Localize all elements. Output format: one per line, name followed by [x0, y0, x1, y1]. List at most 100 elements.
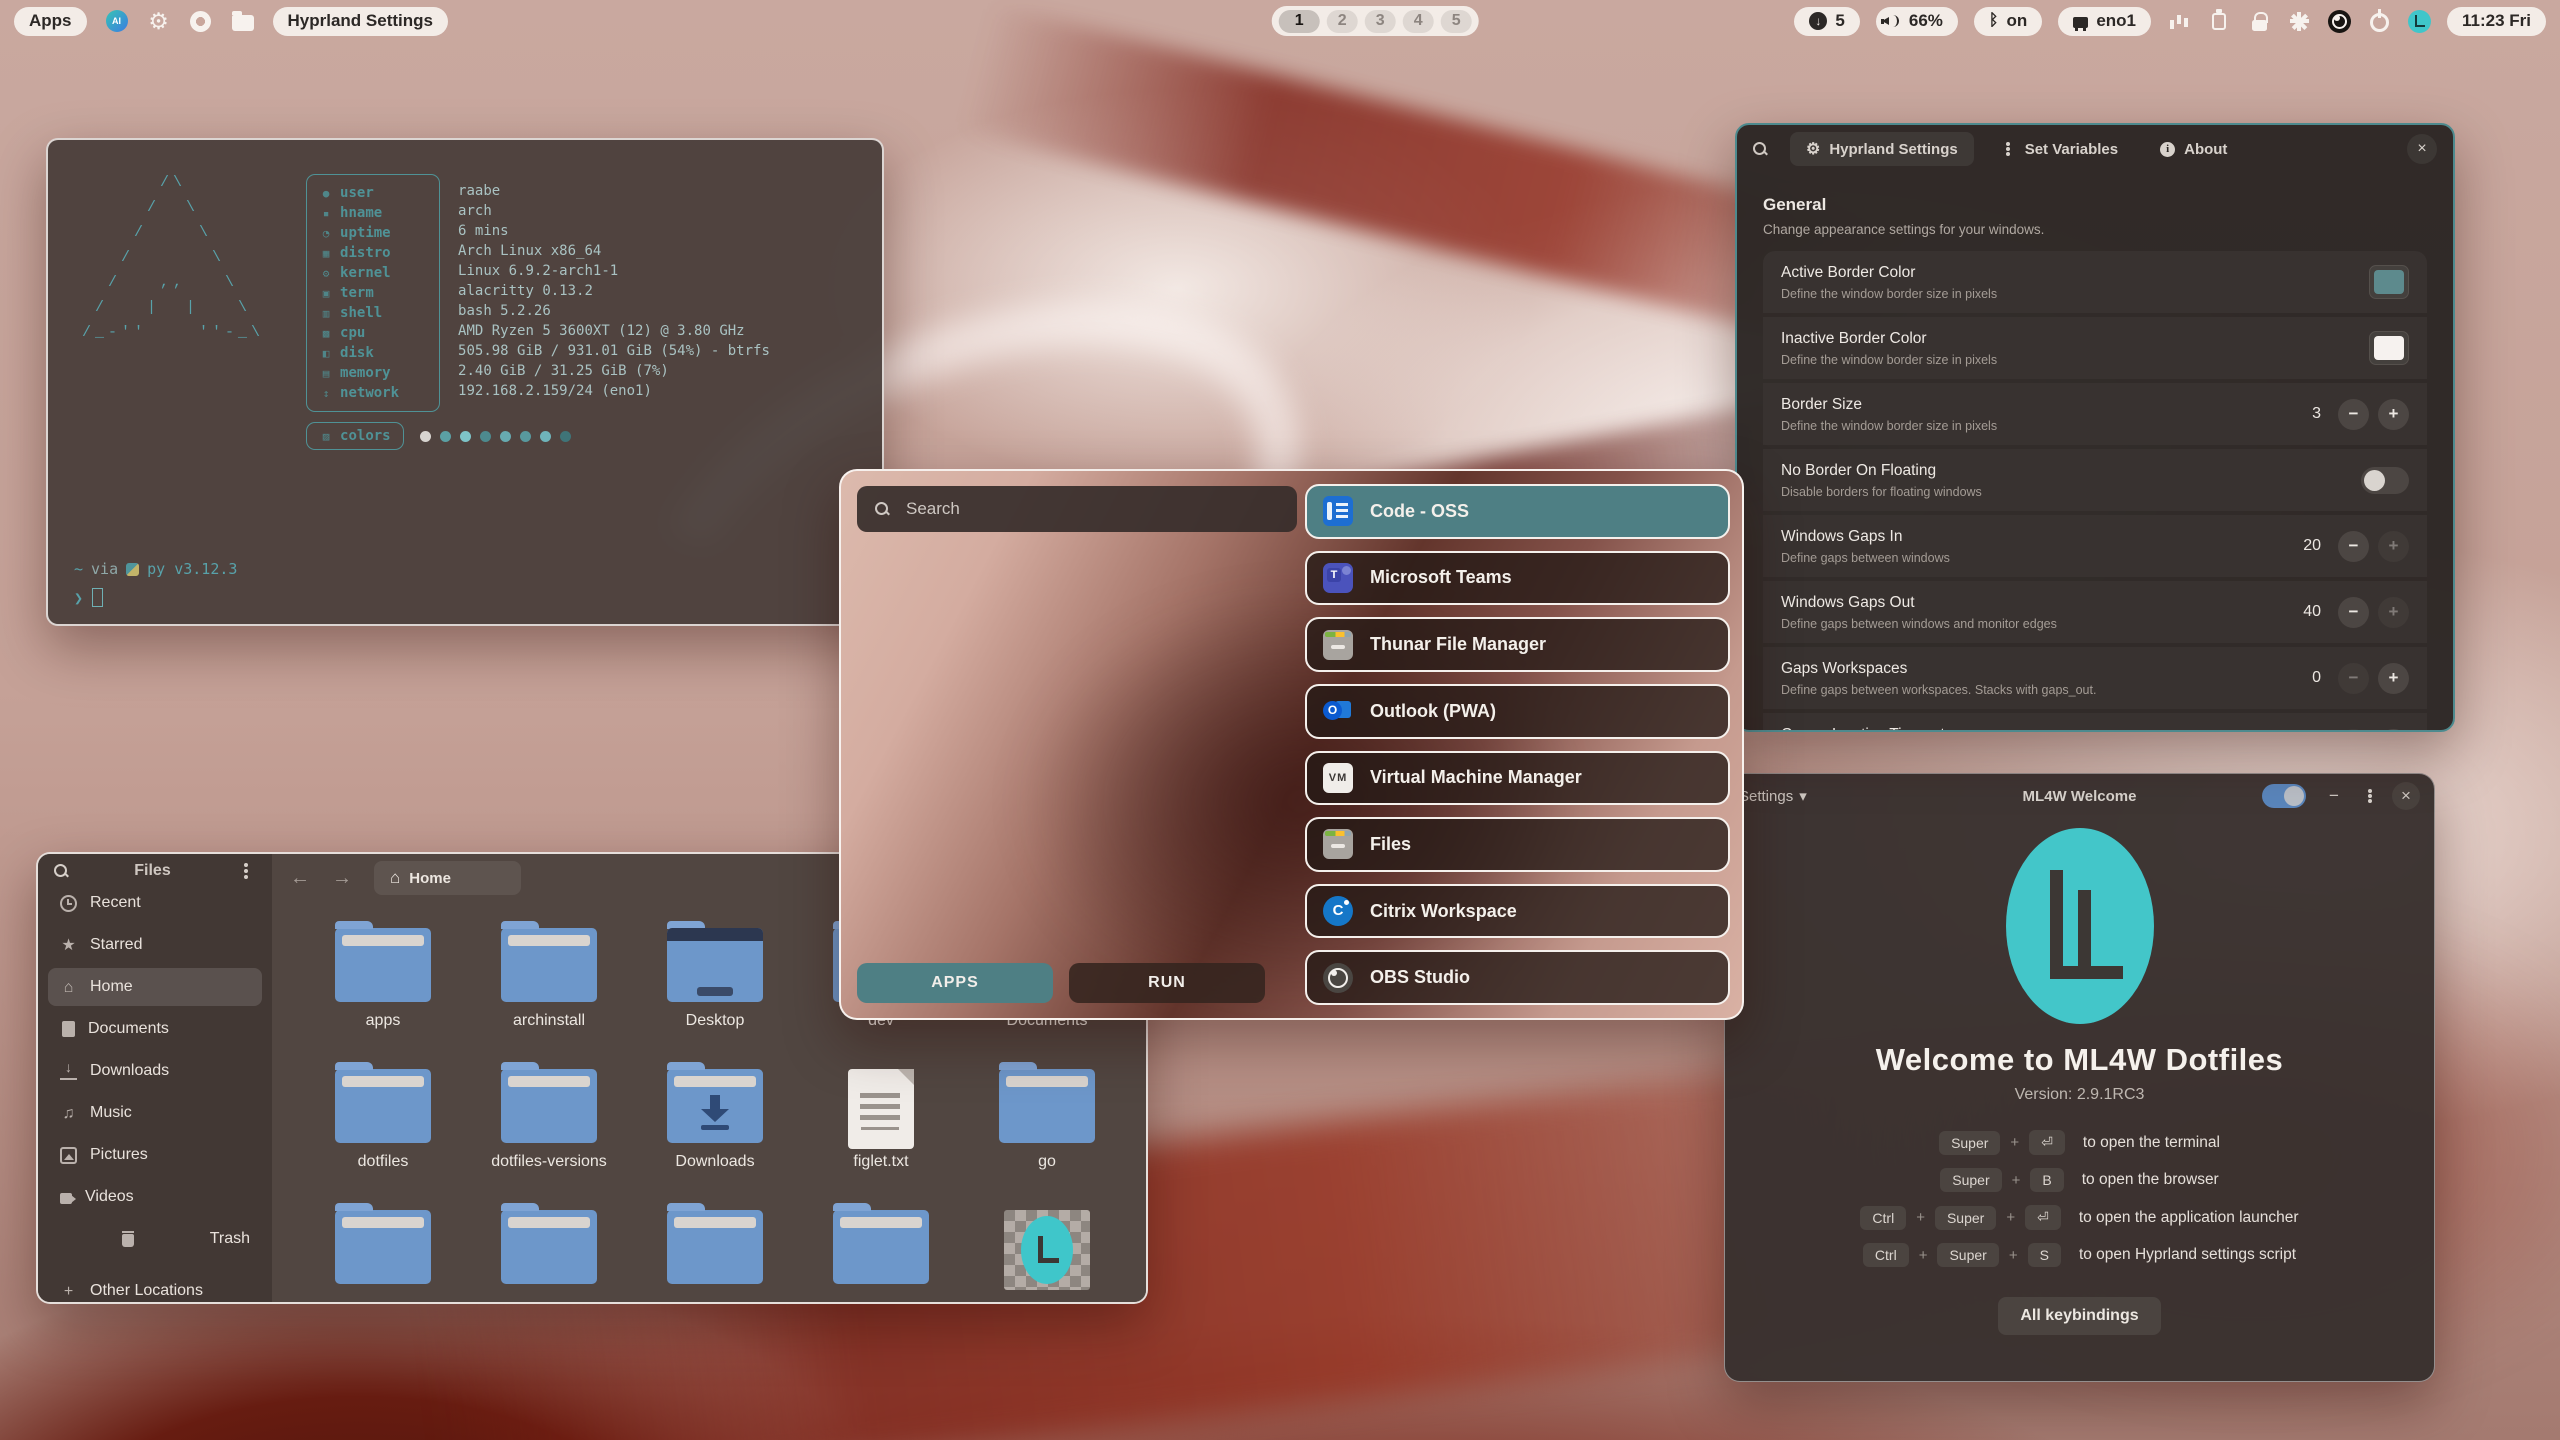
file-item-desktop[interactable]: Desktop [632, 916, 798, 1057]
menu-kebab-icon[interactable] [2368, 794, 2372, 798]
increase-button[interactable]: + [2378, 729, 2409, 733]
clock[interactable]: 11:23 Fri [2447, 7, 2546, 36]
search-input[interactable]: Search [857, 486, 1297, 532]
decrease-button[interactable]: − [2338, 531, 2369, 562]
workspace-button-1[interactable]: 1 [1279, 10, 1320, 33]
launcher-item-thunar-file-manager[interactable]: Thunar File Manager [1305, 617, 1730, 672]
workspace-button-2[interactable]: 2 [1327, 10, 1358, 33]
launcher-item-microsoft-teams[interactable]: Microsoft Teams [1305, 551, 1730, 606]
obs-icon[interactable] [2328, 10, 2351, 33]
file-item-dotfiles-versions[interactable]: dotfiles-versions [466, 1057, 632, 1198]
increase-button[interactable]: + [2378, 597, 2409, 628]
increase-button[interactable]: + [2378, 663, 2409, 694]
browser-icon[interactable] [190, 11, 211, 32]
forward-arrow-icon[interactable]: → [332, 867, 352, 890]
increase-button[interactable]: + [2378, 531, 2409, 562]
decrease-button[interactable]: − [2338, 729, 2369, 733]
file-item[interactable] [632, 1198, 798, 1302]
hyprland-settings-window[interactable]: ⚙ Hyprland Settings Set Variables i Abou… [1735, 123, 2455, 732]
color-swatch-button[interactable] [2369, 265, 2409, 299]
run-tab-button[interactable]: RUN [1069, 963, 1265, 1003]
sidebar-item-other-locations[interactable]: + Other Locations [48, 1282, 262, 1300]
sidebar-item-pictures[interactable]: Pictures [48, 1136, 262, 1174]
launcher-item-outlook-pwa[interactable]: Outlook (PWA) [1305, 684, 1730, 739]
sidebar-item-videos[interactable]: Videos [48, 1178, 262, 1216]
menu-kebab-icon[interactable] [244, 869, 248, 873]
color-swatch-button[interactable] [2369, 331, 2409, 365]
down-icon [60, 1063, 77, 1080]
ai-assistant-icon[interactable]: AI [106, 10, 128, 32]
launcher-item-obs-studio[interactable]: OBS Studio [1305, 950, 1730, 1005]
all-keybindings-button[interactable]: All keybindings [1998, 1297, 2160, 1335]
ml4w-welcome-window[interactable]: ML4W Welcome Settings ▾ − × Welcome to M… [1724, 773, 2435, 1382]
launcher-item-virtual-machine-manager[interactable]: Virtual Machine Manager [1305, 751, 1730, 806]
launcher-item-files[interactable]: Files [1305, 817, 1730, 872]
settings-row-gaps-workspaces: Gaps WorkspacesDefine gaps between works… [1763, 647, 2427, 709]
tab-hyprland-settings[interactable]: ⚙ Hyprland Settings [1790, 132, 1974, 166]
file-item-dotfiles[interactable]: dotfiles [300, 1057, 466, 1198]
file-manager-icon[interactable] [232, 15, 254, 31]
updates-indicator[interactable]: ↓ 5 [1794, 7, 1859, 36]
tab-about[interactable]: i About [2144, 132, 2243, 166]
search-icon[interactable] [54, 864, 69, 879]
file-item[interactable] [798, 1198, 964, 1302]
back-arrow-icon[interactable]: ← [290, 867, 310, 890]
decrease-button[interactable]: − [2338, 597, 2369, 628]
file-item-figlet-txt[interactable]: figlet.txt [798, 1057, 964, 1198]
sidebar-item-trash[interactable]: Trash [48, 1220, 262, 1258]
apps-tab-button[interactable]: APPS [857, 963, 1053, 1003]
volume-indicator[interactable]: 66% [1876, 7, 1958, 36]
updates-icon: ↓ [1809, 12, 1827, 30]
sidebar-item-downloads[interactable]: Downloads [48, 1052, 262, 1090]
sidebar-item-music[interactable]: ♫Music [48, 1094, 262, 1132]
file-item[interactable] [300, 1198, 466, 1302]
file-item[interactable] [964, 1198, 1130, 1302]
workspace-button-3[interactable]: 3 [1365, 10, 1396, 33]
decrease-button[interactable]: − [2338, 399, 2369, 430]
fetch-label-kernel: ⚙kernel [319, 263, 427, 283]
system-stats-icon[interactable] [2170, 13, 2188, 29]
breadcrumb[interactable]: ⌂ Home [374, 861, 521, 895]
fetch-label-cpu: ▩cpu [319, 323, 427, 343]
sidebar-item-documents[interactable]: Documents [48, 1010, 262, 1048]
file-item-downloads[interactable]: Downloads [632, 1057, 798, 1198]
tab-set-variables[interactable]: Set Variables [1984, 132, 2134, 166]
file-item-apps[interactable]: apps [300, 916, 466, 1057]
fetch-value-distro: Arch Linux x86_64 [458, 243, 770, 263]
apps-menu-button[interactable]: Apps [14, 7, 87, 36]
file-item-go[interactable]: go [964, 1057, 1130, 1198]
wallpaper-effects-icon[interactable] [2290, 12, 2309, 31]
increase-button[interactable]: + [2378, 399, 2409, 430]
workspace-button-5[interactable]: 5 [1441, 10, 1472, 33]
sidebar-item-starred[interactable]: ★Starred [48, 926, 262, 964]
file-item[interactable] [466, 1198, 632, 1302]
color-palette [420, 431, 571, 442]
sidebar-item-home[interactable]: ⌂Home [48, 968, 262, 1006]
clipboard-icon[interactable] [2212, 13, 2226, 30]
shell-prompt: ~ via py v3.12.3 [74, 560, 237, 578]
decrease-button[interactable]: − [2338, 663, 2369, 694]
close-button[interactable]: × [2407, 134, 2437, 164]
workspace-button-4[interactable]: 4 [1403, 10, 1434, 33]
bluetooth-indicator[interactable]: ᛒ on [1974, 7, 2042, 36]
settings-gear-icon[interactable]: ⚙ [147, 9, 171, 33]
power-icon[interactable] [2370, 13, 2389, 32]
launcher-item-code-oss[interactable]: Code - OSS [1305, 484, 1730, 539]
file-item-archinstall[interactable]: archinstall [466, 916, 632, 1057]
terminal-window[interactable]: /\ / \ / \ / \ / ,, \ / | | \ /_-'' ''-_… [46, 138, 884, 626]
sidebar-item-recent[interactable]: Recent [48, 884, 262, 922]
lock-icon[interactable] [2252, 20, 2267, 31]
toggle-switch[interactable] [2361, 467, 2409, 494]
prompt-line[interactable]: ❯ [74, 588, 103, 607]
ml4w-icon[interactable] [2408, 10, 2431, 33]
bluetooth-state: on [2007, 11, 2028, 31]
minimize-button[interactable]: − [2320, 782, 2348, 810]
application-launcher[interactable]: Search APPS RUN Code - OSS Microsoft Team… [839, 469, 1744, 1020]
section-title: General [1763, 195, 2427, 215]
search-icon[interactable] [1753, 142, 1768, 157]
network-indicator[interactable]: eno1 [2058, 7, 2151, 36]
autostart-toggle[interactable] [2262, 784, 2306, 808]
launcher-item-citrix-workspace[interactable]: Citrix Workspace [1305, 884, 1730, 939]
close-button[interactable]: × [2392, 782, 2420, 810]
welcome-settings-menu[interactable]: Settings ▾ [1739, 787, 1807, 805]
